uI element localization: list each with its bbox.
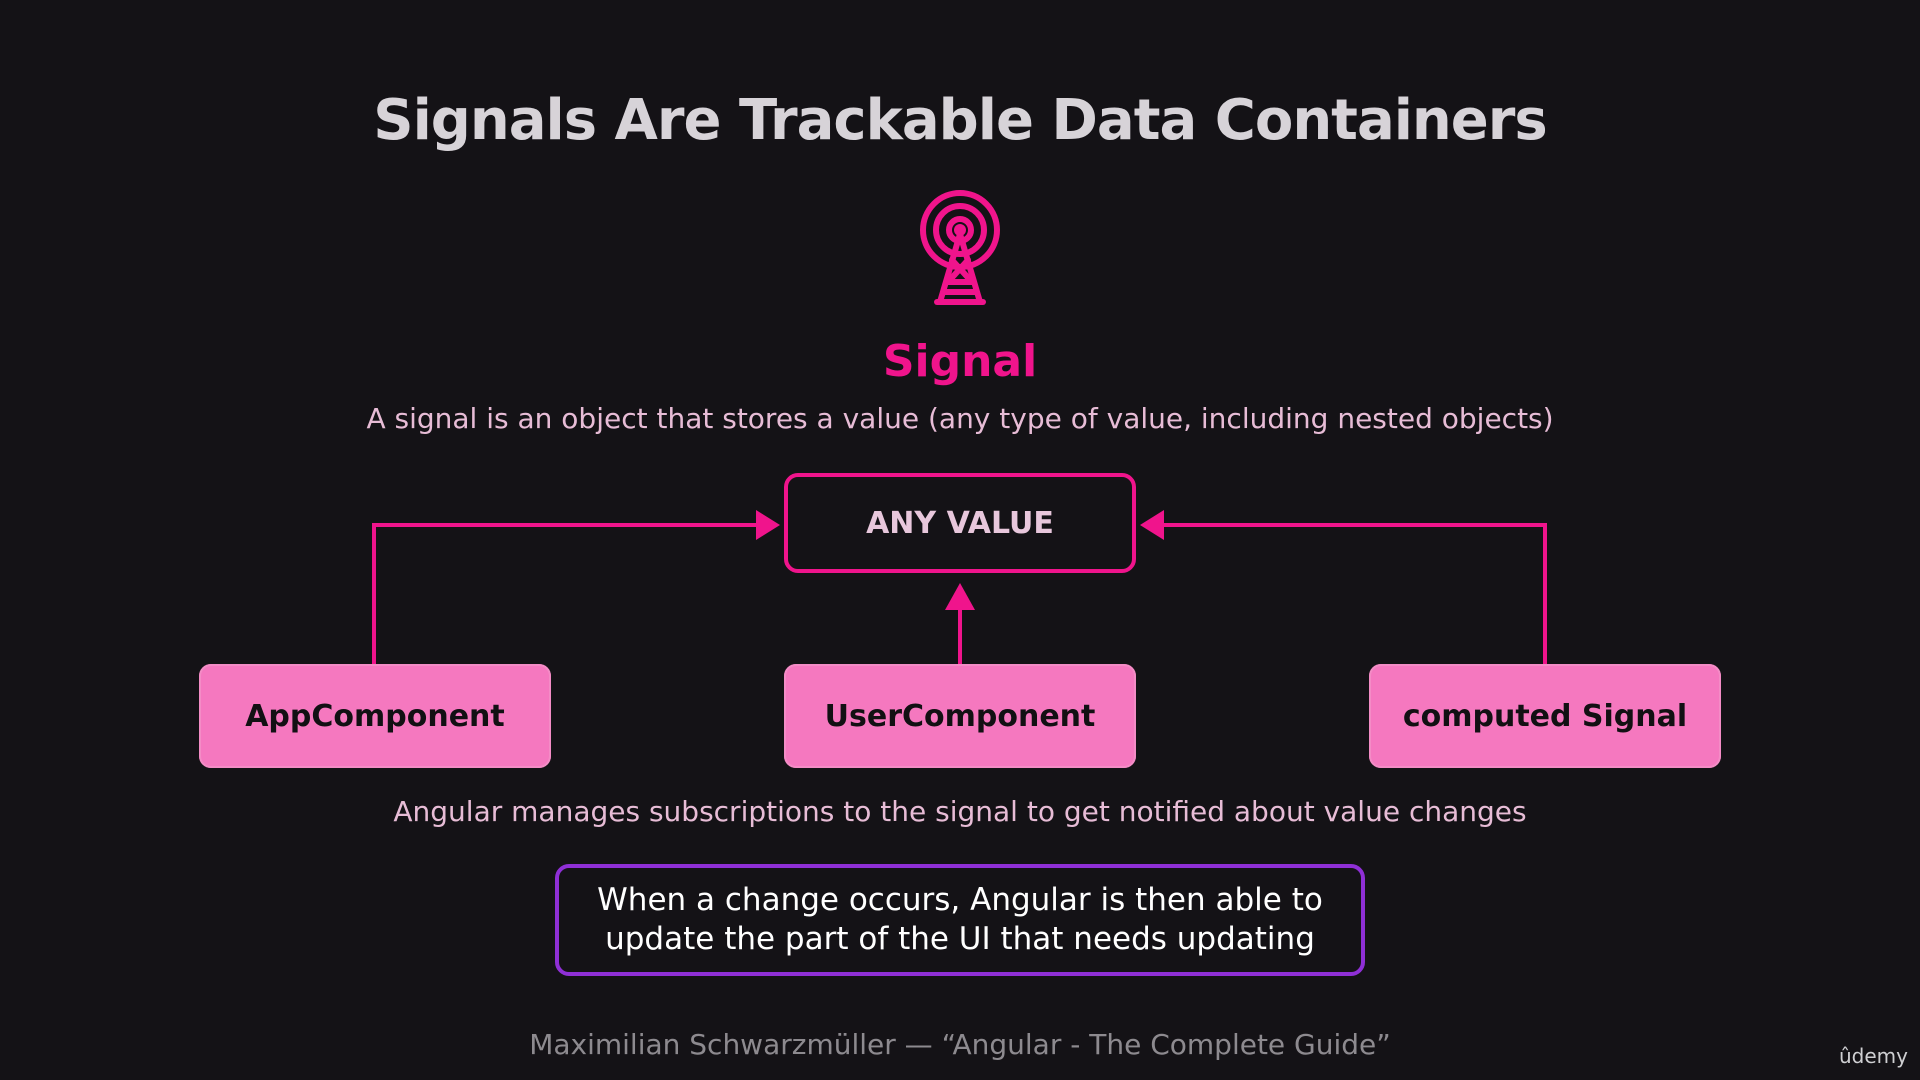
app-component-box: AppComponent — [199, 664, 551, 768]
connector-computed-signal — [1164, 523, 1547, 664]
udemy-logo: ûdemy — [1839, 1044, 1908, 1068]
signal-description: A signal is an object that stores a valu… — [366, 402, 1554, 435]
arrowhead-up — [945, 583, 975, 610]
arrowhead-left — [756, 510, 780, 540]
user-component-box: UserComponent — [784, 664, 1136, 768]
change-text-line1: When a change occurs, Angular is then ab… — [597, 882, 1323, 918]
slide-title: Signals Are Trackable Data Containers — [373, 88, 1547, 153]
arrowhead-right — [1140, 510, 1164, 540]
radio-tower-icon — [920, 190, 1000, 305]
computed-signal-box: computed Signal — [1369, 664, 1721, 768]
footer-credit: Maximilian Schwarzmüller — “Angular - Th… — [529, 1028, 1391, 1061]
change-text-line2: update the part of the UI that needs upd… — [605, 921, 1315, 957]
connector-appcomponent — [372, 523, 756, 664]
signal-heading: Signal — [882, 336, 1038, 387]
any-value-box: ANY VALUE — [784, 473, 1136, 573]
change-info-box: When a change occurs, Angular is then ab… — [555, 864, 1365, 976]
subscription-text: Angular manages subscriptions to the sig… — [393, 795, 1527, 828]
